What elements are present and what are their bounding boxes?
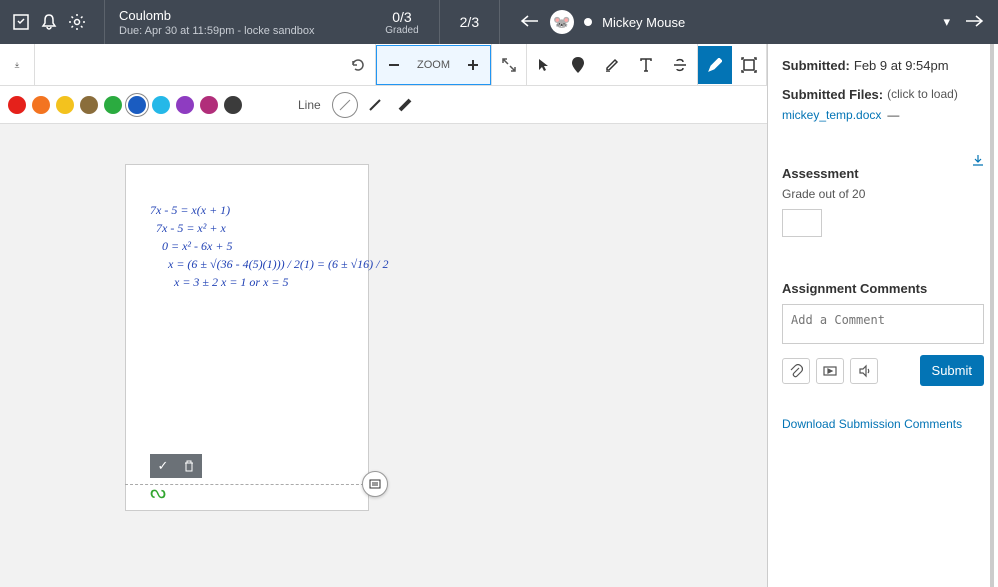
graded-count-block: 0/3 Graded <box>371 9 432 36</box>
color-swatch[interactable] <box>80 96 98 114</box>
pointer-icon[interactable] <box>527 46 561 84</box>
submit-button[interactable]: Submit <box>920 355 984 386</box>
download-icon[interactable] <box>0 46 34 84</box>
grade-input[interactable] <box>782 209 822 237</box>
color-swatch[interactable] <box>8 96 26 114</box>
handwriting-line: 7x - 5 = x(x + 1) <box>150 201 352 219</box>
line-thin-icon[interactable] <box>333 93 357 117</box>
audio-comment-icon[interactable] <box>850 358 878 384</box>
assignment-title: Coulomb <box>119 8 363 23</box>
grade-out-of-label: Grade out of 20 <box>782 187 984 201</box>
color-swatch[interactable] <box>152 96 170 114</box>
color-swatch[interactable] <box>104 96 122 114</box>
handwriting-line: x = 3 ± 2 x = 1 or x = 5 <box>174 273 352 291</box>
assessment-label: Assessment <box>782 166 984 181</box>
fullscreen-icon[interactable] <box>492 46 526 84</box>
attach-file-icon[interactable] <box>782 358 810 384</box>
confirm-icon[interactable]: ✓ <box>150 454 176 478</box>
files-hint: (click to load) <box>887 87 958 102</box>
submitted-label: Submitted: <box>782 58 850 73</box>
pin-icon[interactable] <box>561 46 595 84</box>
annotation-action-bar: ✓ <box>150 454 202 478</box>
chevron-down-icon[interactable]: ▾ <box>943 14 950 30</box>
submitted-file-link[interactable]: mickey_temp.docx <box>782 108 881 122</box>
area-icon[interactable] <box>732 46 766 84</box>
text-icon[interactable] <box>629 46 663 84</box>
color-swatch[interactable] <box>56 96 74 114</box>
document-canvas[interactable]: 7x - 5 = x(x + 1)7x - 5 = x² + x0 = x² -… <box>0 124 767 587</box>
line-thick-icon[interactable] <box>393 93 417 117</box>
bell-icon[interactable] <box>40 13 58 31</box>
highlight-icon[interactable] <box>595 46 629 84</box>
app-header: Coulomb Due: Apr 30 at 11:59pm - locke s… <box>0 0 998 44</box>
zoom-out-icon[interactable] <box>377 46 411 84</box>
gear-icon[interactable] <box>68 13 86 31</box>
next-student-arrow[interactable] <box>964 14 984 31</box>
files-label: Submitted Files: <box>782 87 883 102</box>
line-medium-icon[interactable] <box>363 93 387 117</box>
draw-icon[interactable] <box>698 46 732 84</box>
scrollbar[interactable] <box>990 44 994 587</box>
handwriting-line: 0 = x² - 6x + 5 <box>162 237 352 255</box>
submitted-time: Feb 9 at 9:54pm <box>854 58 949 73</box>
media-comment-icon[interactable] <box>816 358 844 384</box>
student-position: 2/3 <box>446 14 493 30</box>
color-swatch[interactable] <box>176 96 194 114</box>
comment-textarea[interactable] <box>782 304 984 344</box>
handwriting-content: 7x - 5 = x(x + 1)7x - 5 = x² + x0 = x² -… <box>126 165 368 291</box>
student-name: Mickey Mouse <box>602 15 685 30</box>
line-label: Line <box>298 98 321 112</box>
download-file-icon[interactable] <box>972 154 984 169</box>
assignment-title-block: Coulomb Due: Apr 30 at 11:59pm - locke s… <box>111 4 371 41</box>
handwriting-line: x = (6 ± √(36 - 4(5)(1))) / 2(1) = (6 ± … <box>168 255 352 273</box>
color-swatch[interactable] <box>224 96 242 114</box>
prev-student-arrow[interactable] <box>520 14 540 31</box>
zoom-in-icon[interactable] <box>456 46 490 84</box>
trash-icon[interactable] <box>176 454 202 478</box>
handwriting-line: 7x - 5 = x² + x <box>156 219 352 237</box>
color-swatch[interactable] <box>32 96 50 114</box>
green-annotation-mark: ᔓ <box>150 482 166 503</box>
strikethrough-icon[interactable] <box>663 46 697 84</box>
download-comments-link[interactable]: Download Submission Comments <box>782 417 962 431</box>
comment-bubble-icon[interactable] <box>362 471 388 497</box>
student-avatar[interactable]: 🐭 <box>550 10 574 34</box>
comments-label: Assignment Comments <box>782 281 984 296</box>
annotation-panel: ZOOM Line 7x - 5 = x( <box>0 44 768 587</box>
gradebook-icon[interactable] <box>12 13 30 31</box>
status-dot <box>584 18 592 26</box>
undo-icon[interactable] <box>341 46 375 84</box>
assignment-subtitle: Due: Apr 30 at 11:59pm - locke sandbox <box>119 25 363 37</box>
color-toolbar: Line <box>0 86 767 124</box>
color-swatch[interactable] <box>128 96 146 114</box>
color-swatch[interactable] <box>200 96 218 114</box>
main-toolbar: ZOOM <box>0 44 767 86</box>
zoom-label: ZOOM <box>411 59 456 71</box>
grading-sidebar: Submitted: Feb 9 at 9:54pm Submitted Fil… <box>768 44 998 587</box>
zoom-group: ZOOM <box>376 45 491 85</box>
